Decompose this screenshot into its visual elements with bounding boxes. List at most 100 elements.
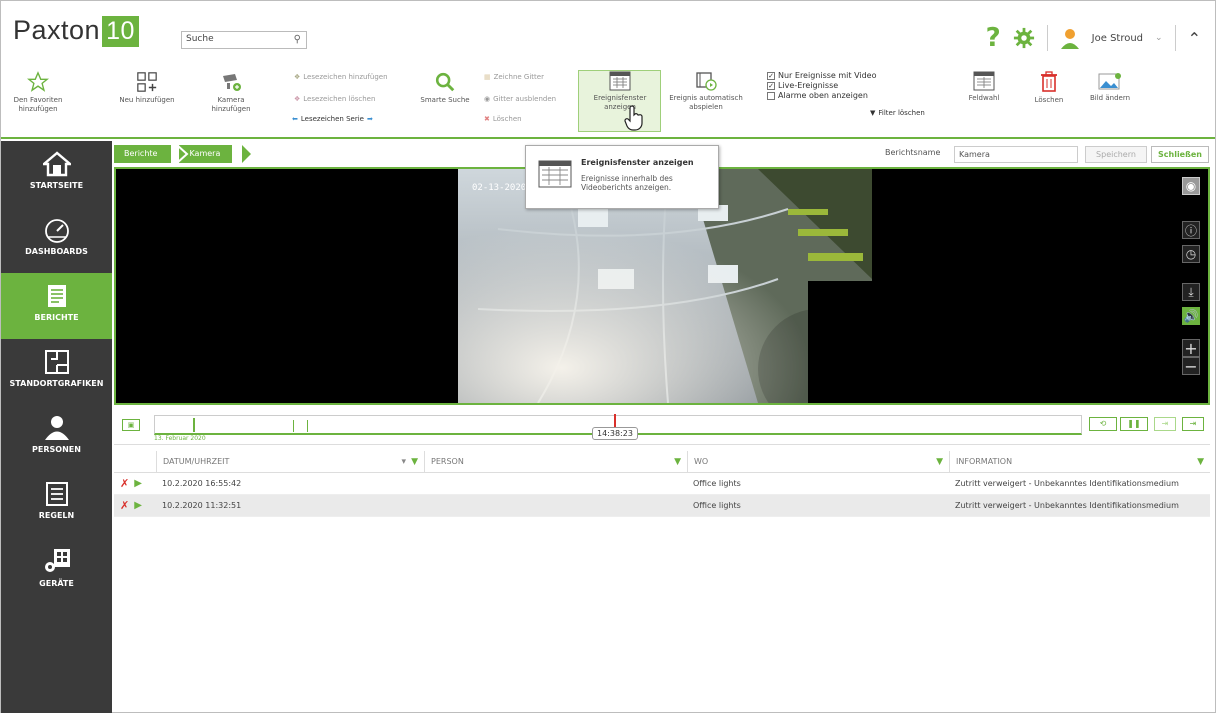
step-forward-button[interactable]: ⇥ <box>1154 417 1176 431</box>
clock-icon[interactable]: ◷ <box>1182 245 1200 263</box>
info-icon[interactable]: ⓘ <box>1182 221 1200 239</box>
floorplan-icon <box>44 350 69 374</box>
filter-icon[interactable]: ▼ <box>1197 451 1204 473</box>
field-select-button[interactable]: Feldwahl <box>963 71 1005 103</box>
bookmark-series-button[interactable]: ⬅ Lesezeichen Serie ➡ <box>292 115 373 123</box>
events-table: DATUM/UHRZEIT ▾ ▼ PERSON ▼ WO ▼ INFORMATION ▼… <box>114 451 1210 517</box>
alarms-on-top-checkbox[interactable]: Alarme oben anzeigen <box>767 91 876 101</box>
pause-button[interactable]: ❚❚ <box>1120 417 1148 431</box>
zoom-out-icon[interactable]: − <box>1182 357 1200 376</box>
checkbox-checked-icon: ✓ <box>767 72 775 80</box>
breadcrumb-arrow-tip <box>242 145 251 163</box>
search-icon[interactable]: ⚲ <box>294 34 301 45</box>
sort-filter-icon[interactable]: ▾ <box>401 451 406 473</box>
devices-icon <box>44 549 70 572</box>
delete-grid-button[interactable]: ✖ Löschen <box>484 115 522 123</box>
checkbox-checked-icon: ✓ <box>767 82 775 90</box>
add-new-button[interactable]: Neu hinzufügen <box>117 71 177 105</box>
filter-icon[interactable]: ▼ <box>411 451 418 473</box>
collapse-ribbon-icon[interactable]: ⌃ <box>1188 29 1201 48</box>
draw-grid-button[interactable]: ▦ Zeichne Gitter <box>484 73 544 81</box>
column-datetime[interactable]: DATUM/UHRZEIT ▾ ▼ <box>156 451 424 472</box>
timeline: ▣ 13. Februar 2020 14:38:23 ⟲ ❚❚ ⇥ ⇥ <box>114 407 1210 445</box>
cell-datetime: 10.2.2020 16:55:42 <box>162 479 242 488</box>
column-where[interactable]: WO ▼ <box>687 451 949 472</box>
add-camera-button[interactable]: Kamera hinzufügen <box>206 71 256 114</box>
grid-draw-icon: ▦ <box>484 73 491 81</box>
change-image-button[interactable]: Bild ändern <box>1086 71 1134 103</box>
play-icon[interactable]: ▶ <box>134 495 142 517</box>
play-icon[interactable]: ▶ <box>134 473 142 495</box>
go-to-live-button[interactable]: ⇥ <box>1182 417 1204 431</box>
sidebar-item-regeln[interactable]: REGELN <box>1 471 112 537</box>
sidebar-item-geraete[interactable]: GERÄTE <box>1 537 112 603</box>
filter-icon[interactable]: ▼ <box>936 451 943 473</box>
clear-filter-button[interactable]: ▼ Filter löschen <box>870 109 925 117</box>
breadcrumb-berichte[interactable]: Berichte <box>114 145 172 163</box>
timeline-view-toggle[interactable]: ▣ <box>122 419 140 431</box>
person-icon <box>44 416 69 440</box>
audio-icon[interactable]: 🔊 <box>1182 307 1200 325</box>
table-row[interactable]: ✗ ▶ 10.2.2020 16:55:42 Office lights Zut… <box>114 473 1210 495</box>
download-icon[interactable]: ⤓ <box>1182 283 1200 301</box>
rewind-button[interactable]: ⟲ <box>1089 417 1117 431</box>
event-filter-options: ✓ Nur Ereignisse mit Video ✓ Live-Ereignis… <box>767 71 876 101</box>
help-icon[interactable]: ? <box>986 23 1001 53</box>
gauge-icon <box>44 219 69 243</box>
user-name[interactable]: Joe Stroud <box>1092 33 1143 44</box>
timeline-event-marker[interactable] <box>293 420 294 432</box>
bookmark-delete-icon: ❖ <box>294 95 301 103</box>
access-denied-icon: ✗ <box>120 476 130 490</box>
tooltip-description: Ereignisse innerhalb des Videoberichts a… <box>581 174 673 192</box>
gear-icon[interactable] <box>1013 27 1035 49</box>
report-icon <box>47 285 66 307</box>
autoplay-icon <box>696 72 717 91</box>
event-window-tooltip: Ereignisfenster anzeigen Ereignisse inne… <box>525 145 719 209</box>
cell-where: Office lights <box>693 479 741 488</box>
show-event-window-button[interactable]: Ereignisfenster anzeigen <box>581 71 659 112</box>
avatar[interactable] <box>1060 27 1080 49</box>
table-header: DATUM/UHRZEIT ▾ ▼ PERSON ▼ WO ▼ INFORMATION ▼ <box>114 451 1210 473</box>
timeline-event-marker[interactable] <box>193 418 195 432</box>
sidebar-item-standortgrafiken[interactable]: STANDORTGRAFIKEN <box>1 339 112 405</box>
chevron-down-icon[interactable]: ⌄ <box>1155 33 1163 43</box>
hide-grid-button[interactable]: ◉ Gitter ausblenden <box>484 95 556 103</box>
column-information[interactable]: INFORMATION ▼ <box>949 451 1210 472</box>
delete-bookmark-button[interactable]: ❖ Lesezeichen löschen <box>294 95 375 103</box>
report-name-input[interactable]: Kamera <box>954 146 1078 163</box>
breadcrumb-arrow <box>177 145 189 163</box>
event-window-icon <box>609 71 631 91</box>
sidebar-item-berichte[interactable]: BERICHTE <box>1 273 112 339</box>
filter-icon[interactable]: ▼ <box>674 451 681 473</box>
camera-select-icon[interactable]: ◉ <box>1182 177 1200 195</box>
sidebar-nav: STARTSEITE DASHBOARDS BERICHTE STANDORTG… <box>1 141 112 713</box>
live-events-checkbox[interactable]: ✓ Live-Ereignisse <box>767 81 876 91</box>
column-person[interactable]: PERSON ▼ <box>424 451 687 472</box>
trash-icon <box>1041 71 1057 92</box>
tooltip-title: Ereignisfenster anzeigen <box>581 158 694 167</box>
sidebar-item-dashboards[interactable]: DASHBOARDS <box>1 207 112 273</box>
timeline-date: 13. Februar 2020 <box>154 435 206 442</box>
video-tools: ◉ ⓘ ◷ ⤓ 🔊 + − <box>1182 177 1202 381</box>
table-row[interactable]: ✗ ▶ 10.2.2020 11:32:51 Office lights Zut… <box>114 495 1210 517</box>
delete-button[interactable]: Löschen <box>1029 71 1069 105</box>
home-icon <box>42 151 71 177</box>
zoom-in-icon[interactable]: + <box>1182 339 1200 358</box>
arrow-left-icon: ⬅ <box>292 115 298 123</box>
add-favorites-button[interactable]: Den Favoriten hinzufügen <box>9 71 67 114</box>
close-button[interactable]: Schließen <box>1151 146 1209 163</box>
only-video-events-checkbox[interactable]: ✓ Nur Ereignisse mit Video <box>767 71 876 81</box>
checkbox-unchecked-icon <box>767 92 775 100</box>
smart-search-button[interactable]: Smarte Suche <box>414 71 476 105</box>
add-bookmark-button[interactable]: ❖ Lesezeichen hinzufügen <box>294 73 388 81</box>
access-denied-icon: ✗ <box>120 498 130 512</box>
search-input[interactable]: Suche ⚲ <box>181 31 307 49</box>
field-grid-icon <box>973 71 995 91</box>
sidebar-item-startseite[interactable]: STARTSEITE <box>1 141 112 207</box>
cell-person <box>424 473 687 494</box>
separator <box>1046 25 1048 51</box>
save-button[interactable]: Speichern <box>1085 146 1147 163</box>
autoplay-event-button[interactable]: Ereignis automatisch abspielen <box>668 71 744 112</box>
timeline-event-marker[interactable] <box>307 420 308 432</box>
sidebar-item-personen[interactable]: PERSONEN <box>1 405 112 471</box>
